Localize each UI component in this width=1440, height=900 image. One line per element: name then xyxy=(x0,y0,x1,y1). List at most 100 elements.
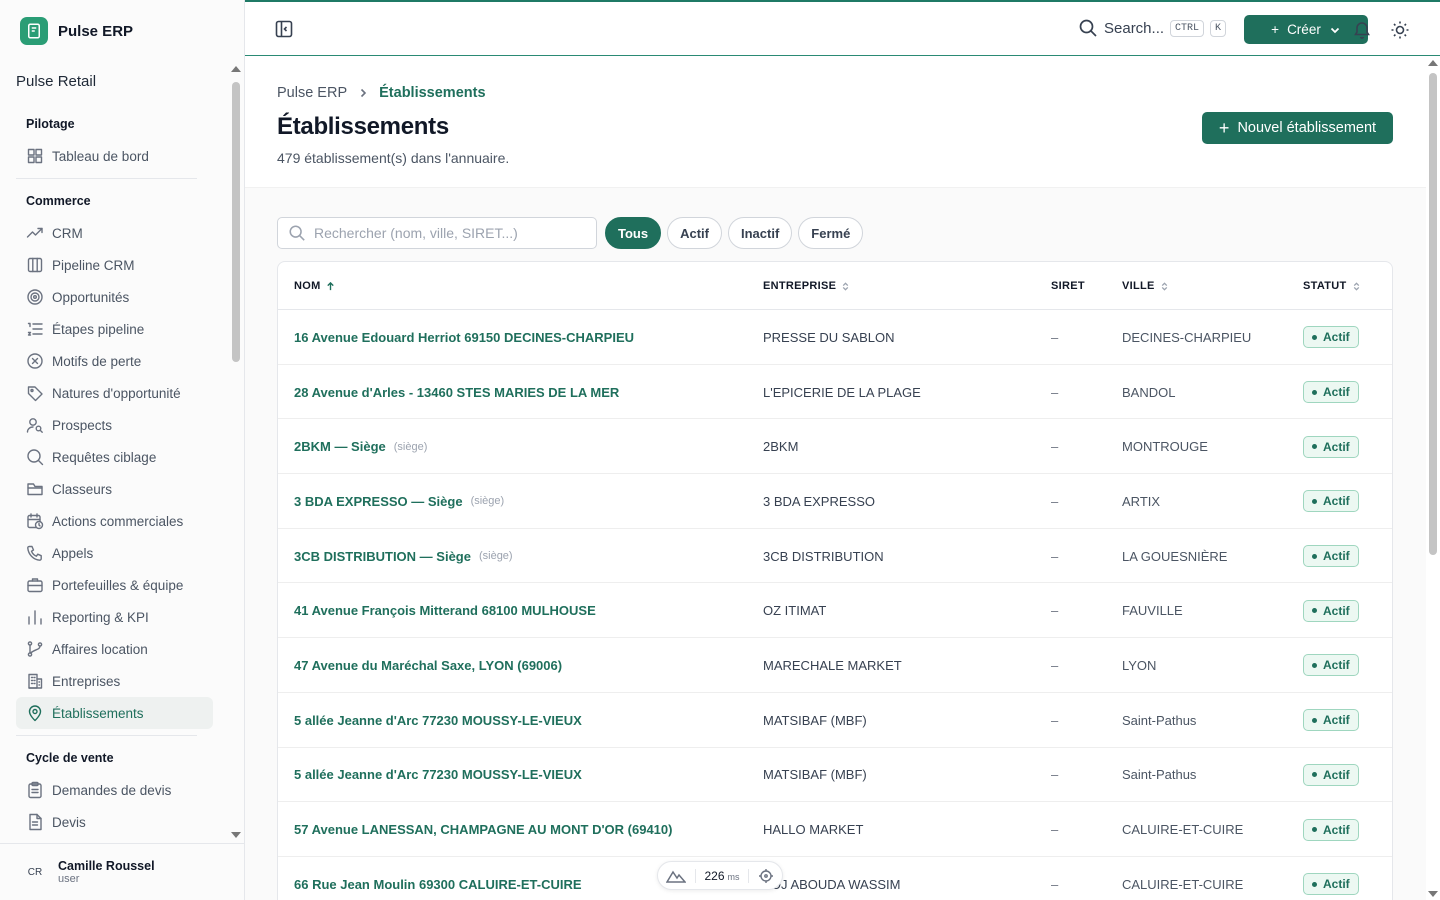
cell-nom[interactable]: 3CB DISTRIBUTION — Siège (siège) xyxy=(294,529,513,584)
establishment-link[interactable]: 2BKM — Siège xyxy=(294,439,386,454)
cell-nom[interactable]: 3 BDA EXPRESSO — Siège (siège) xyxy=(294,474,504,529)
sidebar-item[interactable]: Reporting & KPI xyxy=(16,601,213,633)
cell-nom[interactable]: 16 Avenue Edouard Herriot 69150 DECINES-… xyxy=(294,310,634,365)
global-search-button[interactable]: Search... CTRL K xyxy=(1078,18,1227,38)
main-content: Pulse ERP Établissements Établissements … xyxy=(245,57,1426,900)
table-row[interactable]: 3 BDA EXPRESSO — Siège (siège) 3 BDA EXPRE… xyxy=(278,474,1392,529)
sidebar-item[interactable]: Portefeuilles & équipe xyxy=(16,569,213,601)
cell-nom[interactable]: 5 allée Jeanne d'Arc 77230 MOUSSY-LE-VIE… xyxy=(294,748,582,803)
establishment-link[interactable]: 16 Avenue Edouard Herriot 69150 DECINES-… xyxy=(294,330,634,345)
new-establishment-button[interactable]: + Nouvel établissement xyxy=(1202,112,1393,144)
sidebar-item[interactable]: Devis xyxy=(16,806,213,838)
sidebar-item[interactable]: Actions commerciales xyxy=(16,505,213,537)
table-row[interactable]: 3CB DISTRIBUTION — Siège (siège) 3CB DISTR… xyxy=(278,529,1392,584)
sidebar-item[interactable]: Natures d'opportunité xyxy=(16,377,213,409)
cell-entreprise: 2BKM xyxy=(763,439,799,455)
sidebar-divider xyxy=(16,178,197,179)
filter-chip[interactable]: Actif xyxy=(667,217,722,249)
status-dot-icon xyxy=(1312,389,1317,395)
scrollbar-thumb[interactable] xyxy=(232,82,240,362)
establishment-link[interactable]: 5 allée Jeanne d'Arc 77230 MOUSSY-LE-VIE… xyxy=(294,767,582,782)
col-header-ville[interactable]: VILLE xyxy=(1122,262,1170,310)
cell-nom[interactable]: 57 Avenue LANESSAN, CHAMPAGNE AU MONT D'… xyxy=(294,802,672,857)
col-header-nom[interactable]: NOM xyxy=(294,262,336,310)
table-row[interactable]: 5 allée Jeanne d'Arc 77230 MOUSSY-LE-VIE… xyxy=(278,748,1392,803)
sidebar-item[interactable]: Motifs de perte xyxy=(16,345,213,377)
scroll-up-arrow-icon[interactable] xyxy=(1428,60,1438,66)
establishment-link[interactable]: 47 Avenue du Maréchal Saxe, LYON (69006) xyxy=(294,658,562,673)
scrollbar-thumb[interactable] xyxy=(1429,73,1437,555)
sidebar-item[interactable]: Prospects xyxy=(16,409,213,441)
theme-toggle-sun-icon[interactable] xyxy=(1390,20,1410,40)
sidebar-item[interactable]: Affaires location xyxy=(16,633,213,665)
sidebar-item[interactable]: Opportunités xyxy=(16,281,213,313)
scroll-down-arrow-icon[interactable] xyxy=(231,832,241,838)
filter-chip[interactable]: Inactif xyxy=(727,217,793,249)
sidebar-item-label: Natures d'opportunité xyxy=(52,385,181,401)
establishment-link[interactable]: 3 BDA EXPRESSO — Siège xyxy=(294,494,463,509)
cell-statut: Actif xyxy=(1303,748,1359,803)
sidebar-item-label: Pipeline CRM xyxy=(52,257,135,273)
table-row[interactable]: 41 Avenue François Mitterand 68100 MULHO… xyxy=(278,583,1392,639)
cell-nom[interactable]: 47 Avenue du Maréchal Saxe, LYON (69006) xyxy=(294,638,562,693)
filter-chip[interactable]: Tous xyxy=(605,217,662,249)
filter-chip[interactable]: Fermé xyxy=(798,217,864,249)
sidebar-item[interactable]: Pipeline CRM xyxy=(16,249,213,281)
sidebar-item[interactable]: CRM xyxy=(16,217,213,249)
establishment-link[interactable]: 3CB DISTRIBUTION — Siège xyxy=(294,549,471,564)
table-row[interactable]: 57 Avenue LANESSAN, CHAMPAGNE AU MONT D'… xyxy=(278,802,1392,857)
establishment-link[interactable]: 57 Avenue LANESSAN, CHAMPAGNE AU MONT D'… xyxy=(294,822,672,837)
establishment-link[interactable]: 66 Rue Jean Moulin 69300 CALUIRE-ET-CUIR… xyxy=(294,877,582,892)
perf-widget[interactable]: 226 ms xyxy=(657,861,783,890)
table-row[interactable]: 66 Rue Jean Moulin 69300 CALUIRE-ET-CUIR… xyxy=(278,857,1392,900)
org-name[interactable]: Pulse Retail xyxy=(16,73,96,90)
col-label-nom: NOM xyxy=(294,280,321,292)
table-row[interactable]: 28 Avenue d'Arles - 13460 STES MARIES DE… xyxy=(278,365,1392,420)
sidebar-item[interactable]: Entreprises xyxy=(16,665,213,697)
sidebar-item-label: Tableau de bord xyxy=(52,148,149,164)
brand[interactable]: Pulse ERP xyxy=(20,17,133,45)
cell-nom[interactable]: 41 Avenue François Mitterand 68100 MULHO… xyxy=(294,583,596,638)
establishment-link[interactable]: 41 Avenue François Mitterand 68100 MULHO… xyxy=(294,603,596,618)
sidebar-toggle-icon[interactable] xyxy=(274,19,294,39)
hq-tag: (siège) xyxy=(470,495,505,508)
breadcrumb-root[interactable]: Pulse ERP xyxy=(277,85,347,101)
sidebar-item-label: CRM xyxy=(52,225,83,241)
sidebar-item[interactable]: Appels xyxy=(16,537,213,569)
sidebar-item[interactable]: Demandes de devis xyxy=(16,774,213,806)
table-row[interactable]: 16 Avenue Edouard Herriot 69150 DECINES-… xyxy=(278,310,1392,365)
table-row[interactable]: 47 Avenue du Maréchal Saxe, LYON (69006)… xyxy=(278,638,1392,693)
col-header-entreprise[interactable]: ENTREPRISE xyxy=(763,262,851,310)
plus-icon: + xyxy=(1271,22,1280,37)
establishment-link[interactable]: 5 allée Jeanne d'Arc 77230 MOUSSY-LE-VIE… xyxy=(294,713,582,728)
sidebar-item[interactable]: Classeurs xyxy=(16,473,213,505)
mountain-logo-icon xyxy=(666,870,686,883)
sidebar-item[interactable]: Étapes pipeline xyxy=(16,313,213,345)
sidebar-item[interactable]: Requêtes ciblage xyxy=(16,441,213,473)
search-input[interactable]: Rechercher (nom, ville, SIRET...) xyxy=(277,217,597,249)
col-label-siret: SIRET xyxy=(1051,280,1085,292)
cell-nom[interactable]: 2BKM — Siège (siège) xyxy=(294,419,427,474)
user-menu[interactable]: CR Camille Roussel user xyxy=(0,843,245,900)
create-label: Créer xyxy=(1287,22,1321,37)
scroll-down-arrow-icon[interactable] xyxy=(1428,891,1438,897)
bell-icon[interactable] xyxy=(1352,20,1372,40)
sidebar-scrollbar[interactable] xyxy=(231,66,241,838)
sidebar-item-label: Actions commerciales xyxy=(52,513,184,529)
col-header-siret: SIRET xyxy=(1051,262,1085,310)
cell-nom[interactable]: 5 allée Jeanne d'Arc 77230 MOUSSY-LE-VIE… xyxy=(294,693,582,748)
main-scrollbar[interactable] xyxy=(1426,57,1440,900)
sidebar-item-label: Étapes pipeline xyxy=(52,321,145,337)
sidebar-item[interactable]: Tableau de bord xyxy=(16,140,213,172)
establishment-link[interactable]: 28 Avenue d'Arles - 13460 STES MARIES DE… xyxy=(294,385,619,400)
col-header-statut[interactable]: STATUT xyxy=(1303,262,1362,310)
cell-nom[interactable]: 28 Avenue d'Arles - 13460 STES MARIES DE… xyxy=(294,365,619,420)
scroll-up-arrow-icon[interactable] xyxy=(231,66,241,72)
create-button[interactable]: + Créer xyxy=(1244,15,1368,44)
sidebar-item[interactable]: Établissements xyxy=(16,697,213,729)
cell-statut: Actif xyxy=(1303,310,1359,365)
table-row[interactable]: 5 allée Jeanne d'Arc 77230 MOUSSY-LE-VIE… xyxy=(278,693,1392,748)
cell-nom[interactable]: 66 Rue Jean Moulin 69300 CALUIRE-ET-CUIR… xyxy=(294,857,582,900)
status-dot-icon xyxy=(1312,334,1317,340)
table-row[interactable]: 2BKM — Siège (siège) 2BKM – MONTROUGE Actif xyxy=(278,419,1392,475)
